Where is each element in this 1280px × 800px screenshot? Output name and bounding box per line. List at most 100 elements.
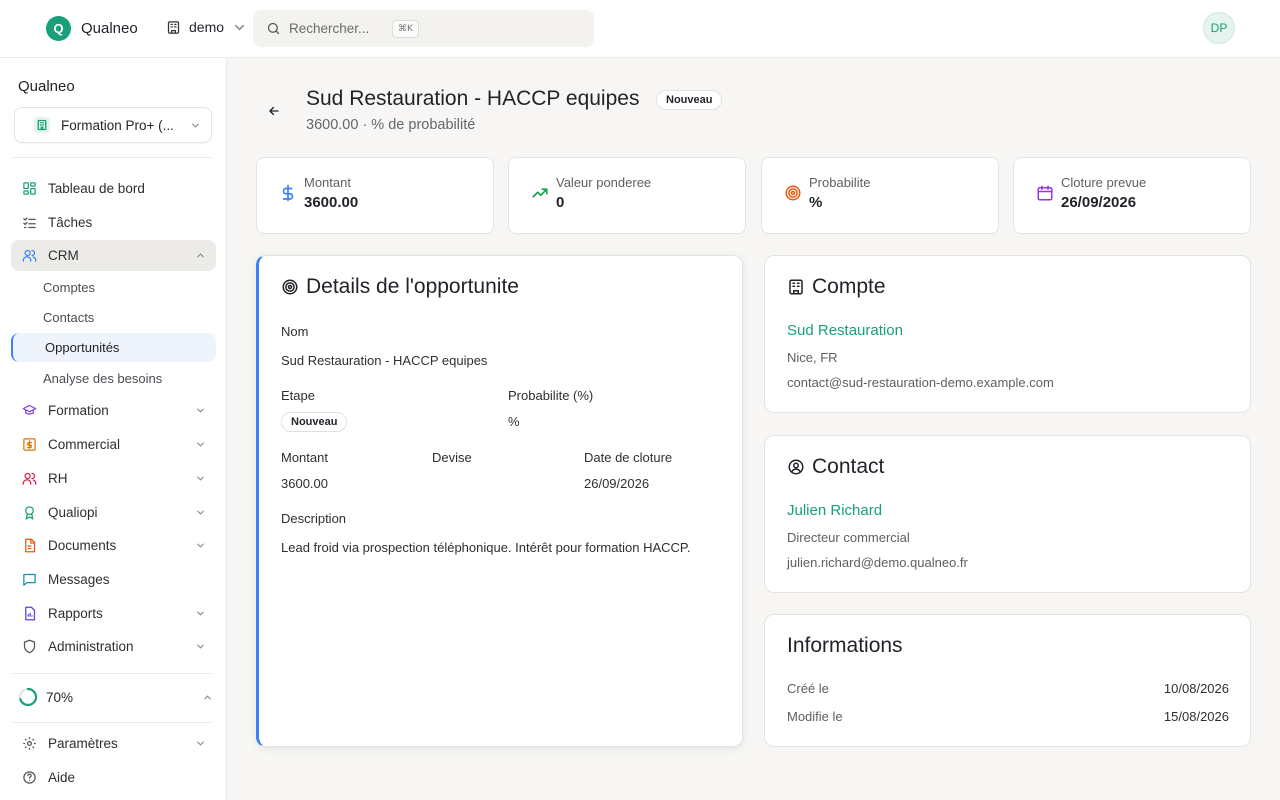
target-icon [282,279,298,295]
sidebar: Qualneo Formation Pro+ (... Tableau de b… [0,58,227,800]
sidebar-item-label: Paramètres [48,736,118,751]
compte-name-link[interactable]: Sud Restauration [787,322,903,339]
sidebar-item-documents[interactable]: Documents [11,530,216,561]
trending-up-icon [532,188,548,198]
sidebar-item-crm[interactable]: CRM [11,240,216,271]
divider [12,673,212,674]
sidebar-item-label: CRM [48,248,79,263]
tenant-label: demo [189,19,225,35]
people-icon [22,472,37,485]
contact-email: julien.richard@demo.qualneo.fr [787,555,968,570]
stat-value: 0 [556,194,565,211]
sidebar-item-label: Administration [48,639,134,654]
contact-card: Contact Julien Richard Directeur commerc… [764,435,1251,593]
sidebar-item-dashboard[interactable]: Tableau de bord [11,173,216,204]
sidebar-item-qualiopi[interactable]: Qualiopi [11,497,216,528]
chevron-up-icon [197,253,204,258]
award-icon [25,506,34,520]
calendar-icon [1037,185,1053,201]
field-value-date-cloture: 26/09/2026 [584,476,650,491]
sidebar-subitem-contacts[interactable]: Contacts [11,303,216,332]
progress-ring-icon [18,687,38,707]
sidebar-item-administration[interactable]: Administration [11,631,216,662]
sidebar-item-parametres[interactable]: Paramètres [11,728,216,759]
sidebar-item-label: Commercial [48,437,121,452]
stat-card-probabilite: Probabilite % [761,157,999,234]
field-label-montant: Montant [281,450,328,465]
sidebar-item-aide[interactable]: Aide [11,762,216,793]
sidebar-item-rapports[interactable]: Rapports [11,598,216,629]
field-label-etape: Etape [281,388,315,403]
stat-value: 26/09/2026 [1061,194,1137,211]
sidebar-subitem-opportunites[interactable]: Opportunités [11,333,216,362]
stat-card-montant: Montant 3600.00 [256,157,494,234]
chevron-down-icon [197,476,204,481]
contact-heading-text: Contact [812,455,885,478]
arrow-left-icon [269,106,279,116]
sidebar-subitem-comptes[interactable]: Comptes [11,273,216,302]
chevron-down-icon [197,442,204,447]
chevron-down-icon [235,24,245,30]
org-select-label: Formation Pro+ (... [61,117,174,133]
chevron-up-icon [204,694,211,699]
tenant-switcher[interactable]: demo [166,19,247,35]
org-select[interactable]: Formation Pro+ (... [14,107,212,143]
compte-email: contact@sud-restauration-demo.example.co… [787,375,1054,390]
sidebar-item-label: Tâches [48,215,93,230]
brand[interactable]: Q Qualneo [46,16,138,41]
gear-icon [23,737,36,750]
sidebar-item-formation[interactable]: Formation [11,395,216,426]
sidebar-item-label: Qualiopi [48,505,98,520]
sidebar-item-label: Documents [48,538,117,553]
user-avatar[interactable]: DP [1203,12,1235,44]
chevron-down-icon [197,741,204,746]
chevron-down-icon [197,510,204,515]
chevron-down-icon [197,611,204,616]
org-title: Qualneo [18,78,75,95]
building-icon [789,279,803,295]
tasks-icon [23,217,36,229]
field-label-devise: Devise [432,450,472,465]
stat-card-cloture-prevue: Cloture prevue 26/09/2026 [1013,157,1251,234]
stat-value: 3600.00 [304,194,359,211]
created-label: Créé le [787,681,829,696]
brand-name: Qualneo [81,20,138,37]
back-button[interactable] [264,101,284,121]
sidebar-item-label: Tableau de bord [48,181,145,196]
dashboard-icon [23,182,36,195]
sidebar-item-label: Rapports [48,606,103,621]
search-icon [267,22,280,35]
sidebar-item-label: Messages [48,572,110,587]
details-card: Details de l'opportunite Nom Sud Restaur… [256,255,743,747]
sidebar-subitem-analyse-besoins[interactable]: Analyse des besoins [11,364,216,393]
modified-label: Modifie le [787,709,843,724]
progress-widget[interactable]: 70% [18,685,213,709]
details-heading: Details de l'opportunite [281,275,519,299]
sidebar-item-messages[interactable]: Messages [11,564,216,595]
sidebar-item-label: RH [48,471,68,486]
page-title: Sud Restauration - HACCP equipes [306,87,640,110]
created-value: 10/08/2026 [1163,681,1229,696]
sidebar-item-tasks[interactable]: Tâches [11,207,216,238]
top-bar: Q Qualneo demo ⌘K DP [0,0,1280,58]
informations-heading: Informations [787,634,903,657]
chevron-down-icon [192,123,199,128]
sidebar-item-commercial[interactable]: Commercial [11,429,216,460]
stat-label: Probabilite [809,175,871,190]
stat-card-valeur-ponderee: Valeur ponderee 0 [508,157,746,234]
divider [12,157,212,158]
building-icon [33,116,51,134]
message-icon [23,573,36,586]
shield-icon [23,639,36,654]
file-icon [25,538,36,553]
field-value-nom: Sud Restauration - HACCP equipes [281,353,488,368]
search-bar[interactable]: ⌘K [253,10,594,47]
contact-name-link[interactable]: Julien Richard [787,502,882,519]
chevron-down-icon [197,644,204,649]
user-circle-icon [788,459,804,475]
sidebar-item-label: Aide [48,770,76,785]
search-input[interactable] [289,21,384,36]
progress-label: 70% [46,689,74,705]
chevron-down-icon [197,543,204,548]
sidebar-item-rh[interactable]: RH [11,463,216,494]
